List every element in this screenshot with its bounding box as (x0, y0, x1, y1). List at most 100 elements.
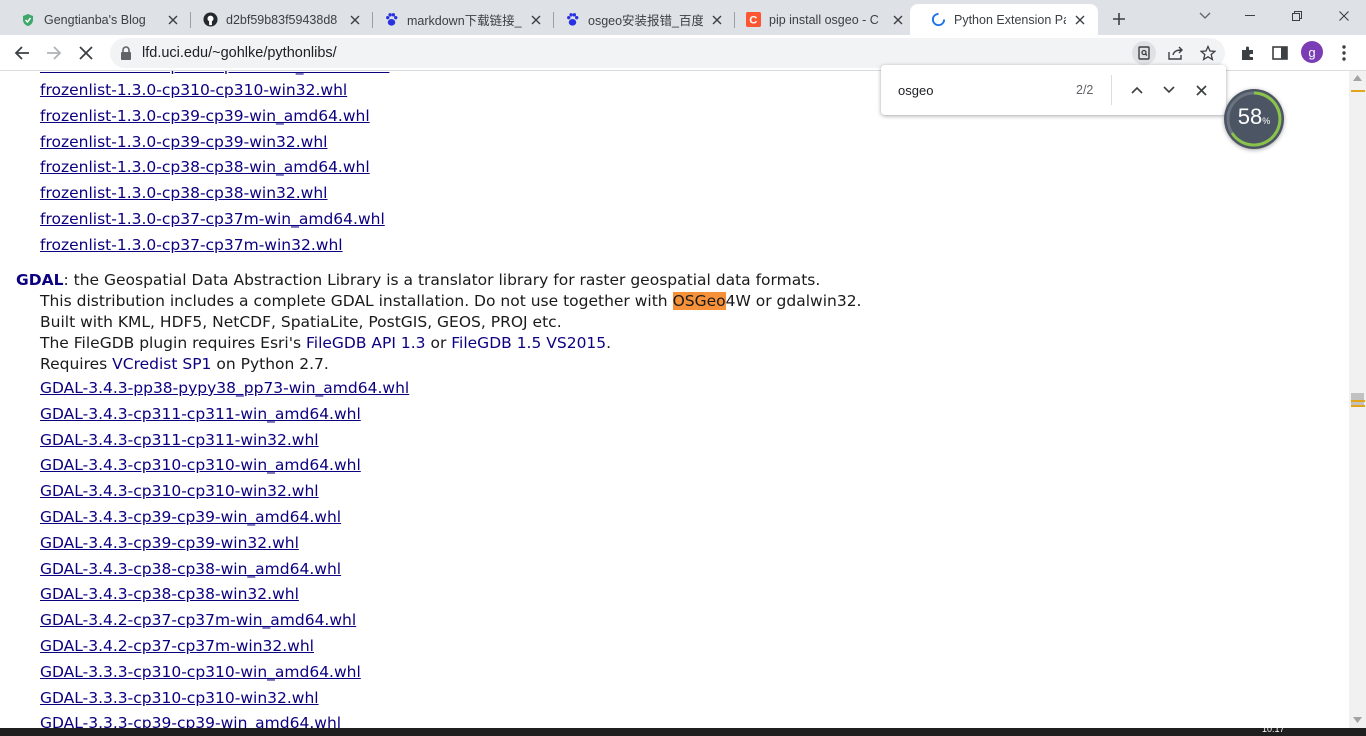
gdal-requires-line: Requires VCredist SP1 on Python 2.7. (40, 355, 329, 373)
url-text: lfd.uci.edu/~gohlke/pythonlibs/ (142, 45, 337, 61)
find-match-marker (1351, 400, 1365, 402)
download-link[interactable]: GDAL-3.4.3-cp38-cp38-win32.whl (40, 585, 299, 603)
download-link[interactable]: GDAL-3.4.3-cp310-cp310-win32.whl (40, 482, 319, 500)
download-link[interactable]: frozenlist-1.3.0-cp39-cp39-win32.whl (40, 133, 327, 151)
svg-text:C: C (749, 15, 757, 27)
close-icon[interactable] (165, 12, 181, 28)
puzzle-icon (1242, 46, 1253, 60)
download-link[interactable]: frozenlist-1.3.0-cp38-cp38-win32.whl (40, 184, 327, 202)
minimize-button[interactable] (1238, 6, 1262, 26)
tab-pip-install-csdn[interactable]: C pip install osgeo - C (725, 4, 916, 35)
shield-icon (20, 12, 36, 28)
share-button[interactable] (1164, 41, 1188, 65)
scrollbar-thumb[interactable] (1351, 393, 1364, 405)
vcredist-link[interactable]: VCredist SP1 (112, 355, 211, 373)
os-taskbar: 10:17 (0, 724, 1366, 736)
side-panel-button[interactable] (1268, 41, 1292, 65)
download-link[interactable]: frozenlist-1.3.0-cp37-cp37m-win32.whl (40, 236, 343, 254)
download-link[interactable]: GDAL-3.3.3-cp310-cp310-win32.whl (40, 689, 319, 707)
profile-avatar[interactable]: g (1301, 41, 1323, 63)
forward-button[interactable] (42, 41, 66, 65)
baidu-paw-icon (383, 12, 399, 28)
close-icon (1195, 84, 1207, 96)
gauge-value: 58% (1224, 104, 1284, 130)
close-icon (79, 46, 93, 60)
scroll-down-arrow-icon (1353, 717, 1362, 723)
tab-markdown-baidu[interactable]: markdown下载链接_ (363, 4, 554, 35)
close-icon[interactable] (347, 12, 363, 28)
close-icon[interactable] (528, 12, 544, 28)
download-link[interactable]: GDAL-3.3.3-cp39-cp39-win_amd64.whl (40, 714, 341, 728)
filegdb-vs2015-link[interactable]: FileGDB 1.5 VS2015 (451, 334, 606, 352)
close-icon[interactable] (709, 12, 725, 28)
download-link[interactable]: GDAL-3.4.3-cp311-cp311-win32.whl (40, 431, 319, 449)
download-link[interactable]: GDAL-3.4.3-cp310-cp310-win_amd64.whl (40, 456, 361, 474)
tab-github-d2bf[interactable]: d2bf59b83f59438d8 (182, 4, 373, 35)
plus-icon (1113, 13, 1125, 25)
download-link[interactable]: frozenlist-1.3.0-cp39-cp39-win_amd64.whl (40, 107, 370, 125)
package-name[interactable]: GDAL (16, 271, 63, 289)
download-link-partial[interactable]: frozenlist-1.3.0-cp310-cp310-win_amd64.w… (40, 71, 389, 75)
find-bar-divider (1111, 75, 1112, 105)
download-link[interactable]: GDAL-3.3.3-cp310-cp310-win_amd64.whl (40, 663, 361, 681)
github-icon (202, 12, 218, 28)
note-text: . (606, 334, 612, 352)
gdal-note-line: This distribution includes a complete GD… (40, 292, 861, 310)
back-arrow-icon (14, 46, 29, 60)
find-close-button[interactable] (1191, 80, 1211, 100)
note-text: on Python 2.7. (211, 355, 329, 373)
restore-button[interactable] (1285, 6, 1309, 26)
stop-loading-button[interactable] (74, 41, 98, 65)
address-bar[interactable]: lfd.uci.edu/~gohlke/pythonlibs/ (110, 38, 1225, 68)
download-link[interactable]: GDAL-3.4.3-pp38-pypy38_pp73-win_amd64.wh… (40, 379, 409, 397)
download-link[interactable]: GDAL-3.4.3-cp39-cp39-win_amd64.whl (40, 508, 341, 526)
floating-speed-widget[interactable]: 58% (1224, 89, 1284, 149)
forward-arrow-icon (47, 46, 62, 60)
download-link[interactable]: GDAL-3.4.3-cp39-cp39-win32.whl (40, 534, 299, 552)
bookmark-button[interactable] (1196, 41, 1220, 65)
note-text: 4W or gdalwin32. (725, 292, 862, 310)
share-icon (1168, 46, 1183, 60)
download-link[interactable]: frozenlist-1.3.0-cp37-cp37m-win_amd64.wh… (40, 210, 385, 228)
note-text: The FileGDB plugin requires Esri's (40, 334, 306, 352)
download-link[interactable]: frozenlist-1.3.0-cp310-cp310-win32.whl (40, 81, 347, 99)
extensions-button[interactable] (1236, 41, 1260, 65)
tab-title: pip install osgeo - C (769, 12, 879, 27)
tab-python-extension-packages[interactable]: Python Extension Pa (910, 4, 1098, 35)
gdal-filegdb-line: The FileGDB plugin requires Esri's FileG… (40, 334, 611, 352)
download-link[interactable]: GDAL-3.4.3-cp38-cp38-win_amd64.whl (40, 560, 341, 578)
gdal-description: GDAL: the Geospatial Data Abstraction Li… (16, 271, 820, 289)
filegdb-api-link[interactable]: FileGDB API 1.3 (306, 334, 426, 352)
close-icon[interactable] (890, 12, 906, 28)
window-close-button[interactable] (1332, 6, 1356, 26)
download-link[interactable]: GDAL-3.4.2-cp37-cp37m-win32.whl (40, 637, 314, 655)
new-tab-button[interactable] (1108, 8, 1130, 30)
tab-gengtianba-blog[interactable]: Gengtianba's Blog (0, 4, 191, 35)
lock-icon[interactable] (120, 45, 132, 64)
gdal-build-line: Built with KML, HDF5, NetCDF, SpatiaLite… (40, 313, 562, 331)
find-input[interactable]: osgeo (898, 83, 933, 98)
more-vert-icon (1342, 45, 1346, 61)
find-previous-button[interactable] (1127, 80, 1147, 100)
back-button[interactable] (10, 41, 34, 65)
baidu-paw-icon (564, 12, 580, 28)
find-match-count: 2/2 (1076, 83, 1094, 97)
tab-title: osgeo安装报错_百度 (588, 14, 703, 28)
download-link[interactable]: frozenlist-1.3.0-cp38-cp38-win_amd64.whl (40, 158, 370, 176)
note-text: or (425, 334, 452, 352)
chevron-down-icon (1199, 12, 1211, 19)
tab-title: d2bf59b83f59438d8 (226, 12, 338, 27)
tab-osgeo-baidu[interactable]: osgeo安装报错_百度 (544, 4, 735, 35)
tab-search-button[interactable] (1193, 6, 1217, 26)
find-in-page-indicator[interactable] (1132, 41, 1156, 65)
loading-spinner-icon (930, 12, 946, 28)
close-icon[interactable] (1072, 12, 1088, 28)
download-link[interactable]: GDAL-3.4.2-cp37-cp37m-win_amd64.whl (40, 611, 356, 629)
package-summary: : the Geospatial Data Abstraction Librar… (63, 271, 821, 289)
gauge-unit: % (1262, 116, 1271, 126)
side-panel-icon (1272, 46, 1288, 60)
download-link[interactable]: GDAL-3.4.3-cp311-cp311-win_amd64.whl (40, 405, 361, 423)
menu-button[interactable] (1332, 41, 1356, 65)
find-in-page-icon (1138, 46, 1150, 60)
find-next-button[interactable] (1159, 80, 1179, 100)
